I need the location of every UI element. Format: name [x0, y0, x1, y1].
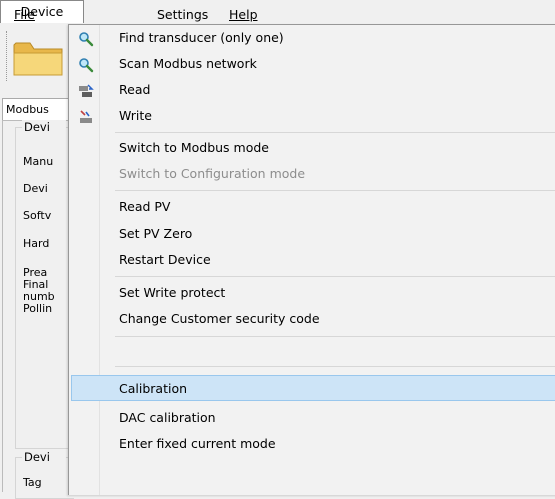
menu-item-scan-modbus[interactable]: Scan Modbus network	[71, 51, 555, 77]
menu-item-read-pv[interactable]: Read PV	[71, 194, 555, 220]
menu-help-label: Help	[229, 7, 258, 22]
menu-separator	[115, 336, 555, 337]
menu-separator	[115, 276, 555, 277]
menu-settings-label: Settings	[157, 7, 209, 22]
menu-item-label: Find transducer (only one)	[119, 30, 284, 45]
menu-item-switch-modbus[interactable]: Switch to Modbus mode	[71, 135, 555, 161]
field-label: Pollin	[23, 303, 53, 315]
menu-item-label: Enter fixed current mode	[119, 436, 276, 451]
group-title: Devi	[22, 450, 66, 464]
field-label: Devi	[23, 182, 48, 195]
menu-item-label: Switch to Configuration mode	[119, 166, 306, 181]
menu-separator	[115, 132, 555, 133]
menu-item-label: Set PV Zero	[119, 226, 193, 241]
menu-settings[interactable]: Settings	[157, 6, 208, 23]
field-label: numb	[23, 291, 55, 303]
menu-item-switch-config: Switch to Configuration mode	[71, 161, 555, 187]
menu-separator	[115, 190, 555, 191]
menu-item-find-transducer[interactable]: Find transducer (only one)	[71, 25, 555, 51]
menu-item-label: Change Customer security code	[119, 311, 320, 326]
menu-file[interactable]: File	[14, 6, 35, 23]
menu-item-label: Restart Device	[119, 252, 211, 267]
menu-item-restart-device[interactable]: Restart Device	[71, 247, 555, 273]
group-title: Devi	[22, 120, 66, 134]
menu-file-label: File	[14, 7, 35, 22]
menu-item-change-security-code[interactable]: Change Customer security code	[71, 306, 555, 332]
write-device-icon	[78, 108, 94, 124]
menu-item-enter-fixed-current[interactable]: Enter fixed current mode	[71, 431, 555, 457]
toolbar-grip	[6, 31, 9, 81]
field-label: Softv	[23, 209, 52, 222]
read-device-icon	[78, 82, 94, 98]
menu-item-label: DAC calibration	[119, 410, 216, 425]
field-label: Final	[23, 279, 49, 291]
device-panel: Devi Manu Devi Softv Hard Prea Final num…	[2, 120, 74, 499]
menu-item-label: Set Write protect	[119, 285, 226, 300]
magnifier-icon	[78, 30, 94, 47]
tab-modbus-label: Modbus	[6, 103, 49, 116]
menu-item-label: Calibration	[119, 381, 188, 396]
menu-item-label: Scan Modbus network	[119, 56, 257, 71]
menu-bar: File Device Settings Help	[0, 0, 555, 27]
field-label: Manu	[23, 155, 54, 168]
tab-modbus[interactable]: Modbus	[2, 98, 70, 120]
menu-help[interactable]: Help	[229, 6, 258, 23]
menu-item-label: Switch to Modbus mode	[119, 140, 269, 155]
device-dropdown-menu: Find transducer (only one) Scan Modbus n…	[68, 24, 555, 495]
magnifier-icon	[78, 56, 94, 73]
menu-item-set-write-protect[interactable]: Set Write protect	[71, 280, 555, 306]
field-label: Tag	[23, 476, 42, 489]
menu-item-label: Write	[119, 108, 153, 123]
menu-item-read[interactable]: Read	[71, 77, 555, 103]
background-window: Modbus Devi Manu Devi Softv Hard Prea Fi…	[0, 27, 74, 499]
menu-item-write[interactable]: Write	[71, 103, 555, 129]
menu-item-dac-calibration[interactable]: DAC calibration	[71, 405, 555, 431]
menu-item-label: Read	[119, 82, 151, 97]
menu-item-calibration[interactable]: Calibration	[71, 375, 555, 401]
field-label: Hard	[23, 237, 50, 250]
menu-separator	[115, 366, 555, 367]
open-folder-icon[interactable]	[12, 35, 64, 79]
menu-device[interactable]: Device	[0, 0, 84, 23]
menu-item-label: Read PV	[119, 199, 171, 214]
field-label: Prea	[23, 267, 48, 279]
menu-item-set-pv-zero[interactable]: Set PV Zero	[71, 221, 555, 247]
